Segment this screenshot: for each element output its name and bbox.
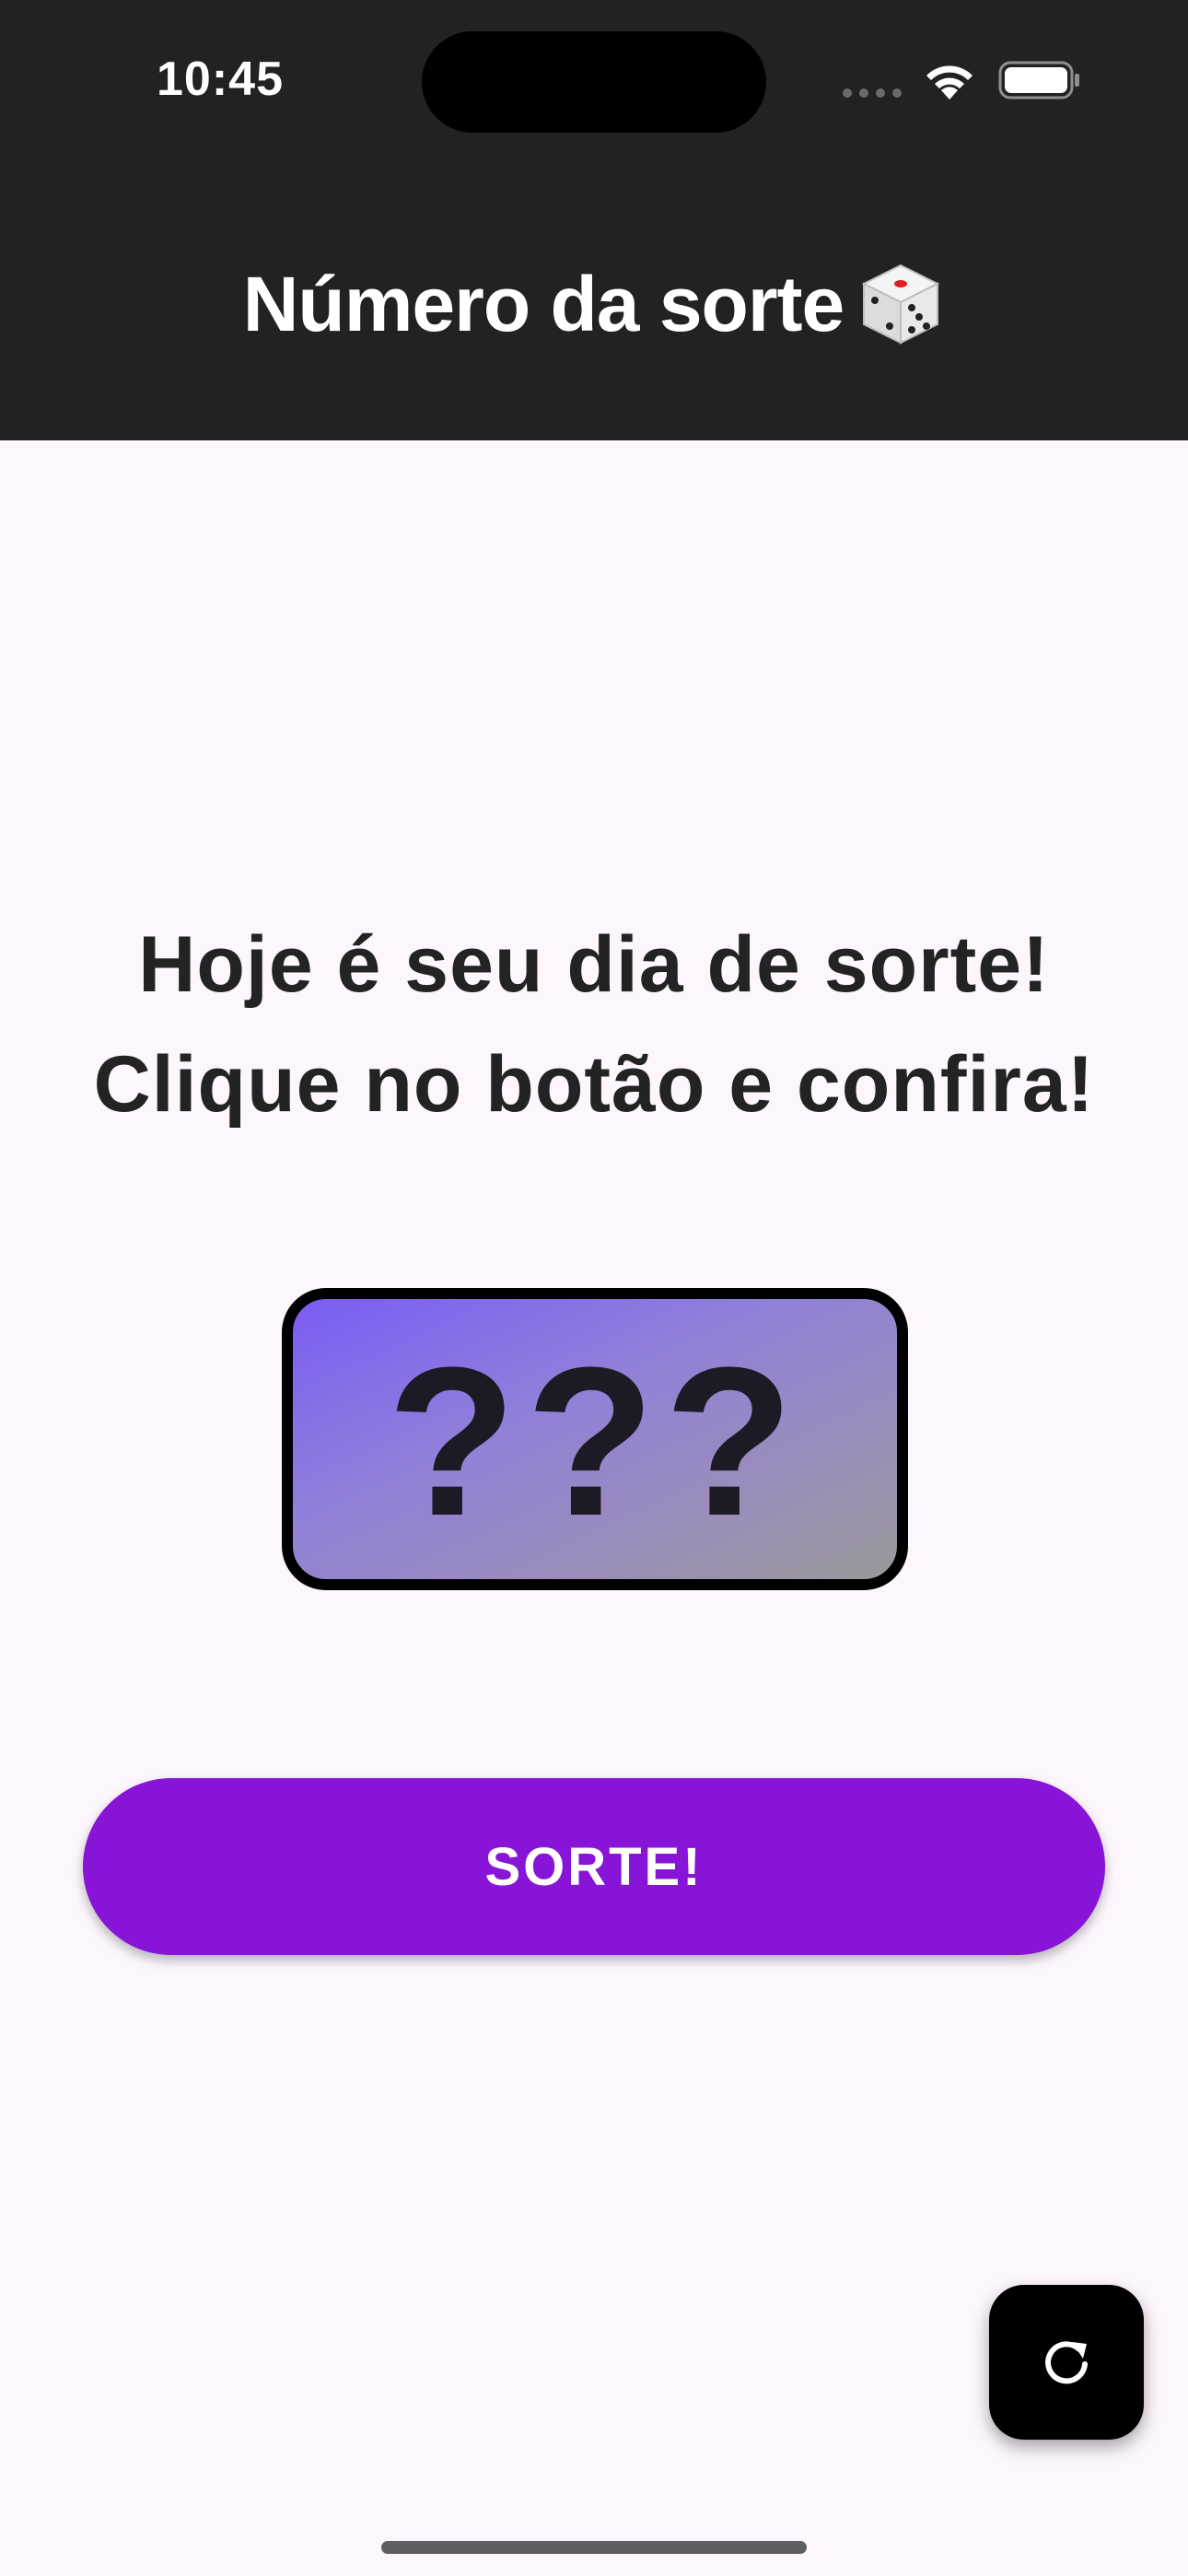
home-indicator[interactable] [381, 2541, 807, 2554]
lucky-message: Hoje é seu dia de sorte! Clique no botão… [93, 920, 1095, 1129]
wifi-icon [926, 65, 973, 100]
lucky-number-display: ??? [282, 1288, 908, 1590]
battery-icon [998, 61, 1079, 100]
sorte-button-label: SORTE! [484, 1836, 704, 1897]
status-time: 10:45 [157, 53, 284, 106]
refresh-fab[interactable] [989, 2285, 1144, 2440]
app-bar-title: Número da sorte [0, 249, 1188, 359]
dice-icon [862, 263, 940, 345]
refresh-icon [1045, 2341, 1088, 2384]
lucky-number-value: ??? [387, 1323, 803, 1560]
cellular-signal-icon [843, 88, 902, 98]
dynamic-island [422, 31, 766, 133]
sorte-button[interactable]: SORTE! [83, 1778, 1105, 1955]
app-screen: 10:45 Número da sorte Hoje é seu dia de … [0, 0, 1188, 2576]
app-header: 10:45 Número da sorte [0, 0, 1188, 440]
page-title: Número da sorte [242, 260, 844, 347]
